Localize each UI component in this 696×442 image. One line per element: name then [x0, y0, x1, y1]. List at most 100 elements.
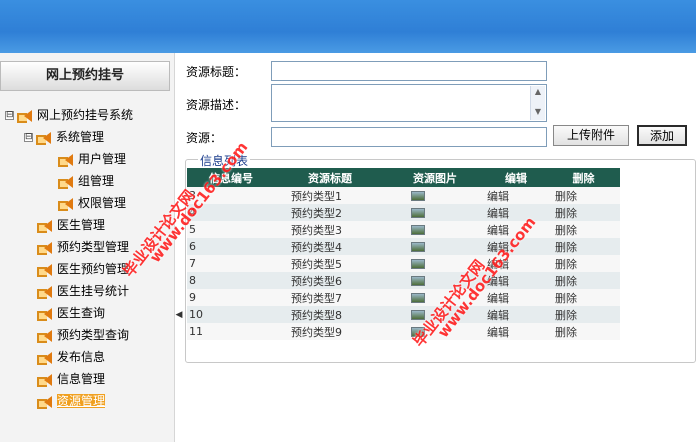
row-title: 预约类型8 — [275, 306, 385, 323]
textarea-scrollbar[interactable]: ▲ ▼ — [530, 86, 545, 120]
image-thumbnail[interactable] — [411, 225, 425, 235]
folder-icon — [37, 373, 53, 387]
description-textarea[interactable]: ▲ ▼ — [271, 84, 547, 122]
title-label: 资源标题： — [186, 65, 247, 79]
delete-link[interactable]: 删除 — [547, 255, 620, 272]
delete-link[interactable]: 删除 — [547, 238, 620, 255]
column-header: 资源标题 — [275, 168, 385, 187]
delete-link[interactable]: 删除 — [547, 272, 620, 289]
tree-node-doctor-admin[interactable]: 医生管理 — [37, 215, 105, 235]
collapse-icon[interactable]: ⊟ — [5, 111, 14, 120]
folder-icon — [58, 197, 74, 211]
resource-table: 信息编号 资源标题 资源图片 编辑 删除 3 预约类型1 编辑 删除 4 预约类型2 编辑… — [187, 168, 620, 340]
resource-label: 资源： — [186, 131, 223, 145]
edit-link[interactable]: 编辑 — [485, 187, 547, 204]
row-id: 7 — [187, 255, 275, 272]
tree-node-info-admin[interactable]: 信息管理 — [37, 369, 105, 389]
row-id: 8 — [187, 272, 275, 289]
upload-attachment-button[interactable]: 上传附件 — [553, 125, 629, 146]
scroll-down-icon[interactable]: ▼ — [531, 106, 545, 118]
tree-label: 网上预约挂号系统 — [37, 108, 134, 122]
table-row: 6 预约类型4 编辑 删除 — [187, 238, 620, 255]
edit-link[interactable]: 编辑 — [485, 323, 547, 340]
tree-label: 医生预约管理 — [57, 262, 130, 276]
folder-icon — [58, 153, 74, 167]
column-header: 资源图片 — [385, 168, 485, 187]
row-title: 预约类型2 — [275, 204, 385, 221]
table-row: 4 预约类型2 编辑 删除 — [187, 204, 620, 221]
tree-node-registration-stats[interactable]: 医生挂号统计 — [37, 281, 129, 301]
tree-node-root[interactable]: ⊟ 网上预约挂号系统 — [5, 105, 133, 125]
tree-node-publish-info[interactable]: 发布信息 — [37, 347, 105, 367]
tree-label: 预约类型查询 — [57, 328, 130, 342]
table-row: 8 预约类型6 编辑 删除 — [187, 272, 620, 289]
collapse-icon[interactable]: ⊟ — [24, 133, 33, 142]
folder-icon — [37, 329, 53, 343]
row-title: 预约类型4 — [275, 238, 385, 255]
collapse-sidebar-icon[interactable]: ◀ — [175, 300, 183, 330]
image-thumbnail[interactable] — [411, 191, 425, 201]
tree-node-system[interactable]: ⊟ 系统管理 — [24, 127, 104, 147]
tree-node-user-admin[interactable]: 用户管理 — [58, 149, 126, 169]
tree-label: 用户管理 — [78, 152, 127, 166]
tree-node-doctor-query[interactable]: 医生查询 — [37, 303, 105, 323]
row-id: 5 — [187, 221, 275, 238]
tree-label: 发布信息 — [57, 350, 106, 364]
delete-link[interactable]: 删除 — [547, 323, 620, 340]
tree-label: 系统管理 — [56, 130, 105, 144]
table-row: 7 预约类型5 编辑 删除 — [187, 255, 620, 272]
image-thumbnail[interactable] — [411, 276, 425, 286]
delete-link[interactable]: 删除 — [547, 289, 620, 306]
row-id: 6 — [187, 238, 275, 255]
folder-icon — [37, 285, 53, 299]
tree-label: 信息管理 — [57, 372, 106, 386]
row-title: 预约类型3 — [275, 221, 385, 238]
tree-label: 组管理 — [78, 174, 115, 188]
main-content: 资源标题： 资源描述： ▲ ▼ 资源： 上传附件 添加 信息列表 信息编号 资源… — [183, 53, 696, 442]
scroll-up-icon[interactable]: ▲ — [531, 86, 545, 98]
row-id: 10 — [187, 306, 275, 323]
tree-label: 预约类型管理 — [57, 240, 130, 254]
tree-node-appointment-type-admin[interactable]: 预约类型管理 — [37, 237, 129, 257]
top-banner — [0, 0, 696, 53]
resource-file-input[interactable] — [271, 127, 547, 147]
table-row: 3 预约类型1 编辑 删除 — [187, 187, 620, 204]
delete-link[interactable]: 删除 — [547, 187, 620, 204]
tree-node-group-admin[interactable]: 组管理 — [58, 171, 114, 191]
row-title: 预约类型6 — [275, 272, 385, 289]
tree-label: 权限管理 — [78, 196, 127, 210]
edit-link[interactable]: 编辑 — [485, 204, 547, 221]
row-title: 预约类型9 — [275, 323, 385, 340]
delete-link[interactable]: 删除 — [547, 221, 620, 238]
tree-label: 医生挂号统计 — [57, 284, 130, 298]
edit-link[interactable]: 编辑 — [485, 306, 547, 323]
edit-link[interactable]: 编辑 — [485, 289, 547, 306]
folder-icon — [37, 395, 53, 409]
table-row: 10 预约类型8 编辑 删除 — [187, 306, 620, 323]
tree-node-doctor-appointment-admin[interactable]: 医生预约管理 — [37, 259, 129, 279]
tree-node-appointment-type-query[interactable]: 预约类型查询 — [37, 325, 129, 345]
add-button[interactable]: 添加 — [637, 125, 687, 146]
image-thumbnail[interactable] — [411, 242, 425, 252]
delete-link[interactable]: 删除 — [547, 306, 620, 323]
tree-node-permission-admin[interactable]: 权限管理 — [58, 193, 126, 213]
row-title: 预约类型1 — [275, 187, 385, 204]
table-row: 5 预约类型3 编辑 删除 — [187, 221, 620, 238]
row-id: 11 — [187, 323, 275, 340]
folder-icon — [17, 109, 33, 123]
image-thumbnail[interactable] — [411, 259, 425, 269]
folder-icon — [58, 175, 74, 189]
row-title: 预约类型5 — [275, 255, 385, 272]
description-label: 资源描述： — [186, 98, 247, 112]
delete-link[interactable]: 删除 — [547, 204, 620, 221]
folder-icon — [37, 351, 53, 365]
tree-node-resource-admin[interactable]: 资源管理 — [37, 391, 106, 411]
sidebar-title: 网上预约挂号 — [0, 61, 170, 91]
image-thumbnail[interactable] — [411, 208, 425, 218]
title-input[interactable] — [271, 61, 547, 81]
image-thumbnail[interactable] — [411, 293, 425, 303]
folder-icon — [37, 307, 53, 321]
column-header: 编辑 — [485, 168, 547, 187]
folder-icon — [37, 263, 53, 277]
tree-label: 医生查询 — [57, 306, 106, 320]
